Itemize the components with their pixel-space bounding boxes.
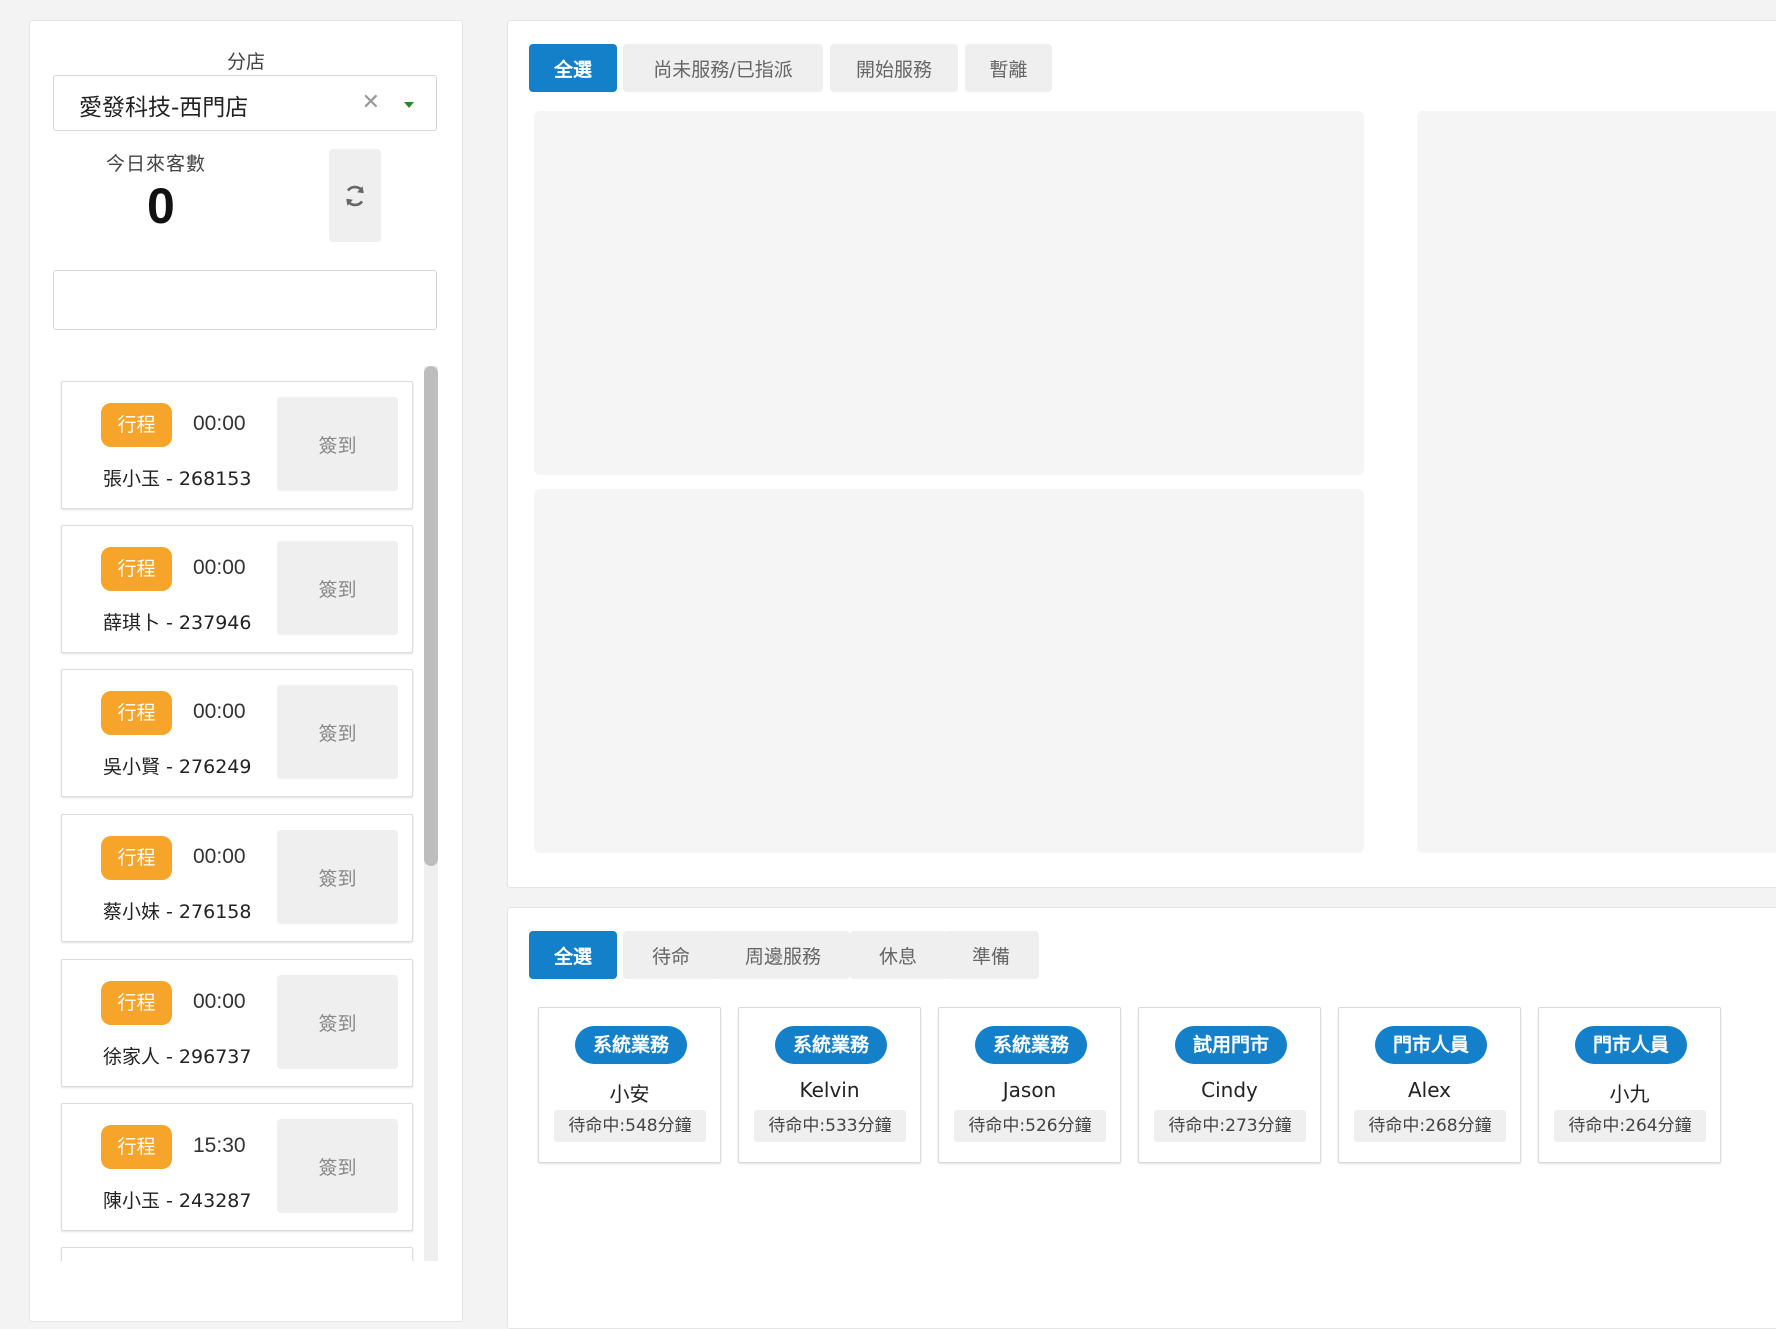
checkin-button[interactable]: 簽到 xyxy=(277,541,398,635)
staff-name: Alex xyxy=(1407,1078,1452,1102)
staff-card[interactable]: 系統業務 Jason 待命中:526分鐘 xyxy=(938,1007,1121,1163)
schedule-tag: 行程 xyxy=(101,691,172,735)
staff-status-panel: 全選 待命 周邊服務 休息 準備 系統業務 小安 待命中:548分鐘 系統業務 … xyxy=(507,907,1776,1329)
checkin-card: 行程 00:00 徐家人 - 296737 簽到 xyxy=(61,959,413,1087)
staff-card[interactable]: 系統業務 小安 待命中:548分鐘 xyxy=(538,1007,721,1163)
checkin-card: 行程 00:00 吳小賢 - 276249 簽到 xyxy=(61,669,413,797)
clear-icon[interactable]: ✕ xyxy=(362,91,380,115)
checkin-time: 15:30 xyxy=(193,1134,246,1157)
staff-status: 待命中:273分鐘 xyxy=(1154,1110,1306,1142)
tab-all[interactable]: 全選 xyxy=(529,44,617,92)
checkin-time: 00:00 xyxy=(193,845,246,868)
schedule-tag: 行程 xyxy=(101,1125,172,1169)
branch-select[interactable]: 愛發科技-西門店 ✕ xyxy=(53,75,437,131)
tab-prepare[interactable]: 準備 xyxy=(943,931,1039,979)
staff-role-badge: 系統業務 xyxy=(775,1026,887,1064)
checkin-time: 00:00 xyxy=(193,412,246,435)
branch-select-value: 愛發科技-西門店 xyxy=(79,95,249,121)
staff-status: 待命中:526分鐘 xyxy=(954,1110,1106,1142)
staff-card[interactable]: 系統業務 Kelvin 待命中:533分鐘 xyxy=(738,1007,921,1163)
checkin-button[interactable]: 簽到 xyxy=(277,685,398,779)
checkin-button[interactable]: 簽到 xyxy=(277,397,398,491)
checkin-button[interactable]: 簽到 xyxy=(277,830,398,924)
visitor-count-value: 0 xyxy=(147,178,175,234)
refresh-button[interactable] xyxy=(329,149,381,242)
staff-name: 小安 xyxy=(609,1082,650,1106)
staff-role-badge: 試用門市 xyxy=(1175,1026,1287,1064)
customer-name: 薛琪卜 - 237946 xyxy=(103,612,252,634)
staff-card[interactable]: 門市人員 小九 待命中:264分鐘 xyxy=(1538,1007,1721,1163)
tab-service-started[interactable]: 開始服務 xyxy=(830,44,958,92)
customer-name: 徐家人 - 296737 xyxy=(103,1046,252,1068)
checkin-sidebar: 分店 愛發科技-西門店 ✕ 今日來客數 0 行程 00:00 張小玉 - 268… xyxy=(29,20,463,1322)
staff-card[interactable]: 門市人員 Alex 待命中:268分鐘 xyxy=(1338,1007,1521,1163)
schedule-tag: 行程 xyxy=(101,836,172,880)
staff-name: Kelvin xyxy=(799,1078,860,1102)
refresh-icon xyxy=(346,185,364,206)
branch-label: 分店 xyxy=(226,51,265,73)
staff-status: 待命中:268分鐘 xyxy=(1354,1110,1506,1142)
service-placeholder-2 xyxy=(534,489,1364,853)
staff-role-badge: 門市人員 xyxy=(1575,1026,1687,1064)
checkin-time: 00:00 xyxy=(193,556,246,579)
service-placeholder-3 xyxy=(1417,111,1776,853)
staff-role-badge: 系統業務 xyxy=(575,1026,687,1064)
staff-status: 待命中:548分鐘 xyxy=(554,1110,706,1142)
dropdown-arrow-icon[interactable] xyxy=(404,102,414,108)
search-input[interactable] xyxy=(53,270,437,330)
schedule-tag: 行程 xyxy=(101,981,172,1025)
checkin-card: 行程 00:00 薛琪卜 - 237946 簽到 xyxy=(61,525,413,653)
service-placeholder-1 xyxy=(534,111,1364,475)
staff-name: 小九 xyxy=(1609,1082,1650,1106)
tab-standby[interactable]: 待命 xyxy=(623,931,719,979)
customer-name: 吳小賢 - 276249 xyxy=(103,756,252,778)
tab-not-served-assigned[interactable]: 尚未服務/已指派 xyxy=(623,44,823,92)
staff-name: Cindy xyxy=(1201,1078,1258,1102)
customer-name: 張小玉 - 268153 xyxy=(103,468,252,490)
checkin-card-partial xyxy=(61,1247,413,1261)
visitor-count-label: 今日來客數 xyxy=(106,153,207,175)
checkin-button[interactable]: 簽到 xyxy=(277,975,398,1069)
checkin-card: 行程 00:00 張小玉 - 268153 簽到 xyxy=(61,381,413,509)
checkin-list: 行程 00:00 張小玉 - 268153 簽到 行程 00:00 薛琪卜 - … xyxy=(30,351,462,1261)
checkin-time: 00:00 xyxy=(193,990,246,1013)
service-status-panel: 全選 尚未服務/已指派 開始服務 暫離 xyxy=(507,20,1776,888)
staff-status: 待命中:264分鐘 xyxy=(1554,1110,1706,1142)
checkin-card: 行程 15:30 陳小玉 - 243287 簽到 xyxy=(61,1103,413,1231)
staff-role-badge: 系統業務 xyxy=(975,1026,1087,1064)
customer-name: 陳小玉 - 243287 xyxy=(103,1190,252,1212)
tab-all[interactable]: 全選 xyxy=(529,931,617,979)
tab-away[interactable]: 暫離 xyxy=(965,44,1052,92)
customer-name: 蔡小妹 - 276158 xyxy=(103,901,252,923)
tab-rest[interactable]: 休息 xyxy=(850,931,946,979)
staff-card[interactable]: 試用門市 Cindy 待命中:273分鐘 xyxy=(1138,1007,1321,1163)
schedule-tag: 行程 xyxy=(101,403,172,447)
checkin-button[interactable]: 簽到 xyxy=(277,1119,398,1213)
staff-role-badge: 門市人員 xyxy=(1375,1026,1487,1064)
staff-name: Jason xyxy=(1002,1078,1057,1102)
schedule-tag: 行程 xyxy=(101,547,172,591)
tab-peripheral-service[interactable]: 周邊服務 xyxy=(716,931,850,979)
checkin-card: 行程 00:00 蔡小妹 - 276158 簽到 xyxy=(61,814,413,942)
staff-status: 待命中:533分鐘 xyxy=(754,1110,906,1142)
checkin-time: 00:00 xyxy=(193,700,246,723)
